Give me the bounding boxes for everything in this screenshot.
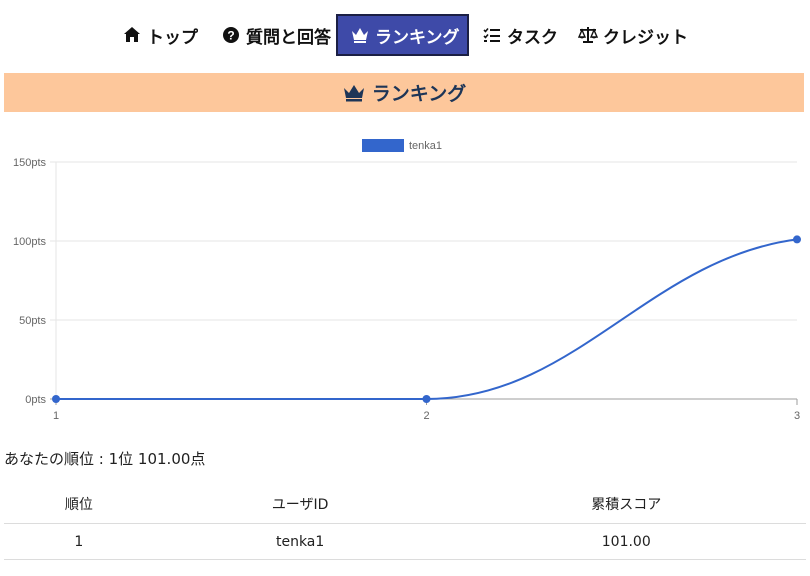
my-rank-position: 1位	[108, 450, 134, 468]
table-header-row: 順位 ユーザID 累積スコア	[4, 485, 806, 524]
y-tick-label: 50pts	[19, 315, 46, 327]
nav-item-top[interactable]: トップ	[122, 14, 198, 56]
top-nav: トップ ? 質問と回答 ランキング タスク クレジット	[0, 14, 810, 56]
cell-score: 101.00	[446, 523, 806, 560]
page-title: ランキング	[371, 83, 467, 105]
nav-item-qa[interactable]: ? 質問と回答	[221, 14, 331, 56]
home-icon	[122, 25, 142, 45]
header-total-score: 累積スコア	[446, 485, 806, 524]
nav-item-credits[interactable]: クレジット	[578, 14, 688, 56]
table-row: 1 tenka1 101.00	[4, 523, 806, 560]
ranking-table: 順位 ユーザID 累積スコア 1 tenka1 101.00	[4, 485, 806, 560]
legend-label: tenka1	[409, 140, 442, 152]
x-tick-label: 1	[53, 410, 59, 422]
my-rank-score: 101.00点	[137, 450, 206, 468]
y-tick-label: 100pts	[13, 236, 47, 248]
x-tick-label: 3	[794, 410, 800, 422]
y-tick-label: 0pts	[25, 394, 46, 406]
chart-svg: 0pts 50pts 100pts 150pts 1 2 3 tenka1	[13, 139, 801, 422]
nav-item-label: トップ	[147, 27, 198, 48]
legend-swatch	[362, 139, 404, 152]
data-point	[52, 395, 60, 403]
x-tick-label: 2	[423, 410, 429, 422]
series-line	[56, 238, 798, 401]
data-point	[793, 235, 801, 244]
y-tick-label: 150pts	[13, 157, 47, 169]
list-check-icon	[482, 25, 502, 45]
svg-text:?: ?	[227, 29, 234, 43]
crown-icon	[342, 82, 366, 104]
question-circle-icon: ?	[221, 25, 241, 45]
nav-item-tasks[interactable]: タスク	[482, 14, 558, 56]
crown-icon	[350, 25, 370, 45]
data-point	[422, 395, 431, 403]
header-user-id: ユーザID	[153, 485, 447, 524]
nav-item-label: タスク	[507, 27, 558, 48]
nav-item-ranking[interactable]: ランキング	[336, 14, 469, 56]
cell-rank: 1	[4, 523, 154, 560]
my-rank-prefix: あなたの順位 :	[4, 450, 109, 468]
nav-item-label: ランキング	[375, 27, 460, 48]
header-rank: 順位	[4, 485, 154, 524]
ranking-chart: 0pts 50pts 100pts 150pts 1 2 3 tenka1	[0, 130, 810, 430]
scale-icon	[578, 25, 598, 45]
cell-user-id: tenka1	[153, 523, 447, 560]
my-rank-text: あなたの順位 : 1位 101.00点	[4, 448, 205, 469]
nav-item-label: 質問と回答	[246, 27, 331, 48]
nav-item-label: クレジット	[603, 27, 688, 48]
page-title-banner: ランキング	[4, 73, 804, 112]
